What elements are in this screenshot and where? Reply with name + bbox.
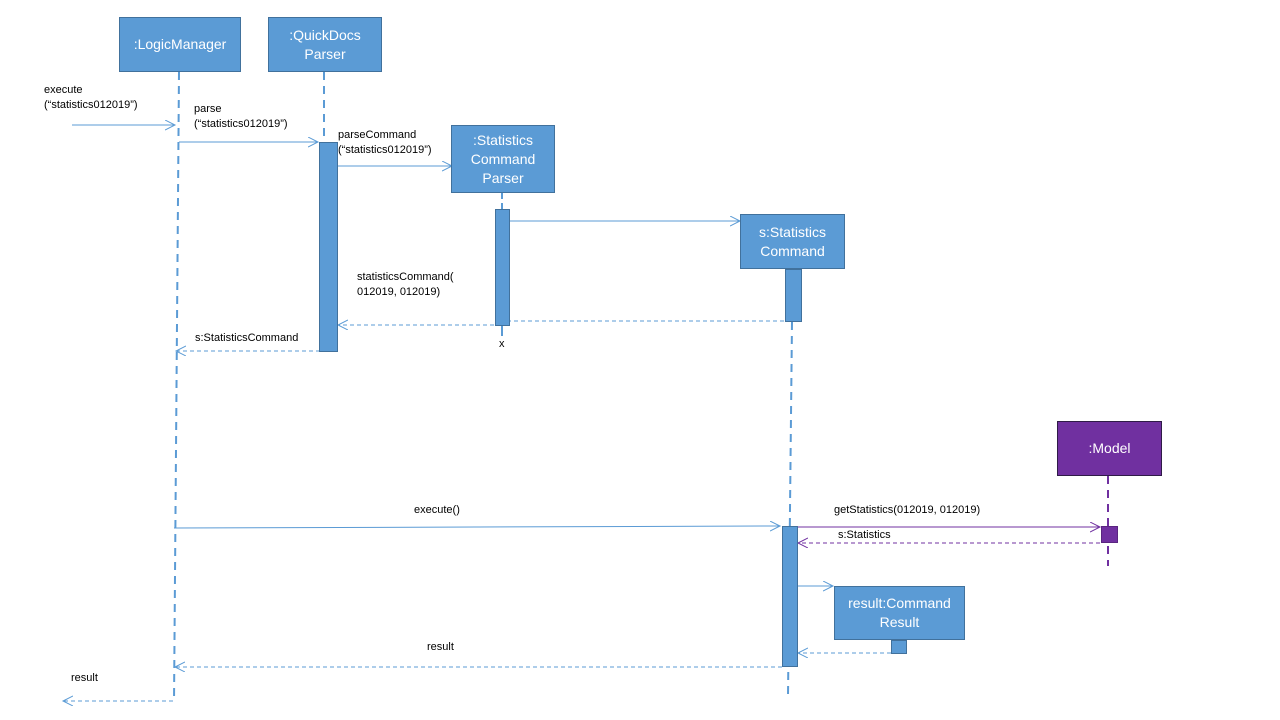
label-parse-command: parseCommand (“statistics012019”) [338,129,432,156]
participant-quickdocs-parser: :QuickDocs Parser [268,17,382,72]
sequence-diagram: :LogicManager :QuickDocs Parser :Statist… [0,0,1280,720]
activation-command-result [891,640,907,654]
label-parse: parse (“statistics012019”) [194,103,288,130]
diagram-lines [0,71,1109,720]
lifeline-logic-manager [173,71,180,703]
label-return-statistics-command: s:StatisticsCommand [195,332,299,344]
participant-logic-manager: :LogicManager [119,17,241,72]
activation-statistics-command-parser [495,209,510,326]
label-return-result-inner: result [427,641,454,653]
label-get-statistics: getStatistics(012019, 012019) [834,504,981,516]
label-execute-input: execute (“statistics012019”) [44,84,138,111]
participant-command-result: result:Command Result [834,586,965,640]
label-execute: execute() [414,504,460,516]
activation-statistics-command-execute [782,526,798,667]
activation-quickdocs-parser [319,142,338,352]
participant-model: :Model [1057,421,1162,476]
label-return-statistics: s:Statistics [838,529,891,541]
activation-statistics-command-create [785,269,802,322]
label-return-result-outer: result [71,672,98,684]
destroy-marker: x [499,338,505,350]
participant-statistics-command-parser: :Statistics Command Parser [451,125,555,193]
participant-statistics-command: s:Statistics Command [740,214,845,269]
activation-model [1101,526,1118,543]
msg-execute [173,526,780,528]
label-statistics-command-ctor: statisticsCommand( 012019, 012019) [357,271,454,298]
